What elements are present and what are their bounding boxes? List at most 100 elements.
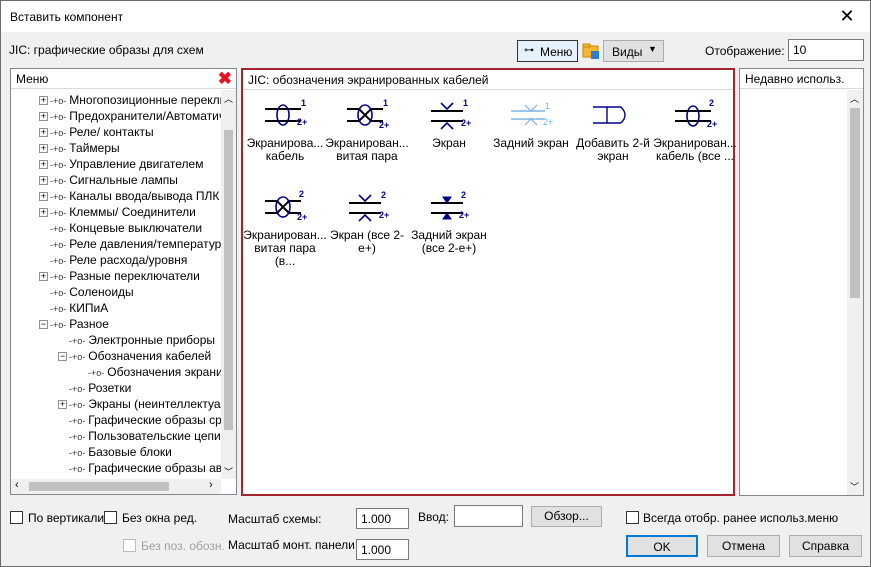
scroll-up-icon[interactable]: ︿ — [224, 92, 233, 105]
expand-icon[interactable]: + — [39, 208, 48, 218]
component-tile[interactable]: 2 2+ Задний экран (все 2-е+) — [407, 189, 491, 255]
library-label: JIC: графические образы для схем — [9, 43, 204, 57]
menu-tree-item[interactable]: + -+o- Управление двигателем — [39, 157, 203, 173]
menu-tree-item-label: Реле/ контакты — [69, 125, 154, 139]
display-input[interactable]: 10 — [788, 39, 864, 61]
close-icon[interactable]: ✕ — [824, 1, 870, 32]
menu-tree-item[interactable]: -+o- Концевые выключатели — [39, 221, 202, 237]
menu-vertical-scrollbar[interactable]: ︿ ﹀ — [221, 90, 236, 479]
component-tile[interactable]: 1 2+ Экранирова... кабель — [243, 97, 327, 163]
scroll-left-icon[interactable]: ‹ — [15, 479, 19, 491]
menu-tree-item[interactable]: -+o- Реле давления/температуры — [39, 237, 221, 253]
panel-scale-input[interactable]: 1.000 — [356, 539, 409, 560]
component-tile[interactable]: 1 2+ Экран — [407, 97, 491, 150]
expand-icon[interactable]: + — [39, 112, 48, 122]
component-label: Задний экран — [493, 136, 569, 150]
node-symbol-icon: -+o- — [50, 176, 67, 186]
display-label: Отображение: — [705, 44, 785, 58]
menu-tree-item-label: Обозначения экранир — [107, 365, 221, 379]
scroll-right-icon[interactable]: › — [209, 479, 213, 491]
recent-scroll-thumb[interactable] — [850, 108, 860, 298]
menu-tree-item[interactable]: -+o- Пользовательские цепи — [58, 429, 221, 445]
svg-text:2+: 2+ — [379, 120, 389, 130]
expand-icon[interactable]: + — [39, 160, 48, 170]
menu-tree-item[interactable]: -+o- Графические образы авт — [58, 461, 221, 477]
title-bar: Вставить компонент ✕ — [1, 1, 870, 32]
menu-tree-item[interactable]: + -+o- Каналы ввода/вывода ПЛК — [39, 189, 219, 205]
svg-text:2+: 2+ — [543, 117, 553, 127]
vertical-checkbox[interactable] — [10, 511, 23, 524]
menu-hscroll-thumb[interactable] — [29, 482, 169, 491]
node-symbol-icon: -+o- — [50, 112, 67, 122]
menu-tree-item[interactable]: + -+o- Разные переключатели — [39, 269, 200, 285]
menu-tree-item[interactable]: -+o- КИПиА — [39, 301, 108, 317]
ok-button[interactable]: OK — [626, 535, 698, 557]
always-show-checkbox[interactable] — [626, 511, 639, 524]
svg-text:2+: 2+ — [297, 212, 307, 222]
menu-tree-item[interactable]: + -+o- Предохранители/Автоматич — [39, 109, 221, 125]
menu-tree-item[interactable]: + -+o- Реле/ контакты — [39, 125, 154, 141]
menu-tree-item[interactable]: + -+o- Клеммы/ Соединители — [39, 205, 196, 221]
views-folder-icon[interactable] — [581, 41, 601, 61]
recent-scroll-down-icon[interactable]: ﹀ — [850, 480, 859, 493]
menu-tree-item-label: Сигнальные лампы — [69, 173, 178, 187]
menu-tree-item[interactable]: + -+o- Многопозиционные переклю — [39, 93, 221, 109]
help-button[interactable]: Справка — [789, 535, 862, 557]
svg-text:2: 2 — [461, 190, 466, 200]
expand-icon[interactable]: + — [58, 400, 67, 410]
menu-tree-item[interactable]: − -+o- Обозначения кабелей — [58, 349, 211, 365]
expand-icon[interactable]: + — [39, 128, 48, 138]
no-edit-checkbox[interactable] — [104, 511, 117, 524]
expand-icon[interactable]: + — [39, 96, 48, 106]
node-symbol-icon: -+o- — [50, 320, 67, 330]
recent-scroll-up-icon[interactable]: ︿ — [850, 92, 859, 105]
delete-icon[interactable]: ✖ — [218, 69, 232, 89]
menu-tree-item[interactable]: + -+o- Экраны (неинтеллектуаль — [58, 397, 221, 413]
menu-tree-item[interactable]: -+o- Реле расхода/уровня — [39, 253, 187, 269]
component-tile[interactable]: 1 2+ Задний экран — [489, 97, 573, 150]
menu-tree-item[interactable]: -+o- Графические образы сра — [58, 413, 221, 429]
menu-button[interactable]: ⊶ Меню — [517, 40, 578, 62]
no-pos-checkbox[interactable] — [123, 539, 136, 552]
menu-tree-item[interactable]: + -+o- Сигнальные лампы — [39, 173, 178, 189]
vertical-label: По вертикали — [28, 511, 105, 525]
menu-tree-item[interactable]: -+o- Электронные приборы — [58, 333, 215, 349]
tree-line-icon — [39, 288, 48, 297]
node-symbol-icon: -+o- — [88, 368, 105, 378]
menu-tree-item[interactable]: -+o- Базовые блоки — [58, 445, 172, 461]
menu-horizontal-scrollbar[interactable]: ‹ › — [11, 479, 221, 494]
component-tile[interactable]: 1 2+ Экранирован... витая пара — [325, 97, 409, 163]
expand-icon[interactable]: + — [39, 192, 48, 202]
recent-vertical-scrollbar[interactable]: ︿ ﹀ — [847, 90, 863, 495]
recent-panel-header: Недавно использ. — [740, 69, 863, 89]
tree-line-icon — [58, 416, 67, 425]
expand-icon[interactable]: + — [39, 272, 48, 282]
views-button[interactable]: Виды ▼ — [603, 40, 664, 62]
menu-panel-title: Меню — [16, 72, 49, 86]
component-tile[interactable]: 2 2+ Экран (все 2-е+) — [325, 189, 409, 255]
collapse-icon[interactable]: − — [39, 320, 48, 330]
expand-icon[interactable]: + — [39, 176, 48, 186]
menu-tree-item[interactable]: -+o- Обозначения экранир — [77, 365, 221, 381]
menu-tree-item-label: Обозначения кабелей — [88, 349, 212, 363]
component-tile[interactable]: 2 2+ Экранирован... витая пара (в... — [243, 189, 327, 268]
shielded-twisted-pair-all-icon: 2 2+ — [243, 189, 327, 225]
menu-scroll-thumb[interactable] — [224, 130, 233, 430]
menu-tree-item[interactable]: − -+o- Разное — [39, 317, 109, 333]
menu-tree-item[interactable]: -+o- Соленоиды — [39, 285, 134, 301]
browse-button[interactable]: Обзор... — [531, 506, 602, 527]
component-tile[interactable]: 2 2+ Экранирован... кабель (все ... — [653, 97, 737, 163]
scroll-down-icon[interactable]: ﹀ — [224, 465, 233, 478]
input-field[interactable] — [454, 505, 523, 527]
menu-tree-item[interactable]: -+o- Розетки — [58, 381, 131, 397]
tree-line-icon — [39, 240, 48, 249]
input-label: Ввод: — [418, 510, 449, 524]
svg-text:2: 2 — [709, 98, 714, 108]
collapse-icon[interactable]: − — [58, 352, 67, 362]
components-grid: 1 2+ Экранирова... кабель 1 2+ Экранирован...… — [243, 91, 736, 494]
scale-input[interactable]: 1.000 — [356, 508, 409, 529]
expand-icon[interactable]: + — [39, 144, 48, 154]
menu-tree-item[interactable]: + -+o- Таймеры — [39, 141, 120, 157]
component-tile[interactable]: Добавить 2-й экран — [571, 97, 655, 163]
cancel-button[interactable]: Отмена — [707, 535, 780, 557]
